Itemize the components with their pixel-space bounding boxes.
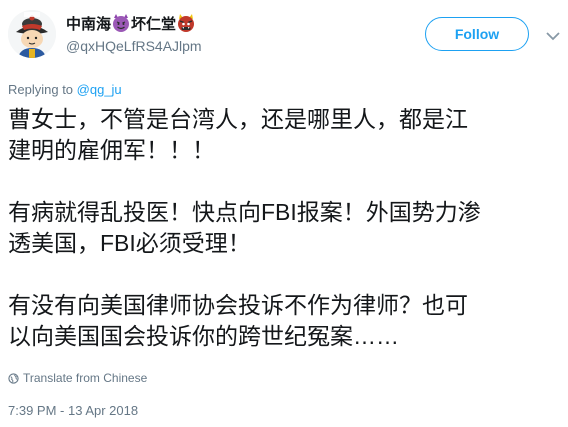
- replying-to-prefix: Replying to: [8, 82, 77, 97]
- tweet-line: [8, 166, 564, 197]
- qing-official-avatar-icon: [8, 10, 56, 58]
- reply-mention-link[interactable]: @qg_ju: [77, 82, 122, 97]
- chevron-down-icon: [546, 32, 560, 41]
- translate-label: Translate from Chinese: [23, 371, 148, 385]
- tweet-line: 有病就得乱投医！快点向FBI报案！外国势力渗: [8, 199, 481, 225]
- display-name-part2: 坏仁堂: [131, 16, 177, 33]
- avatar[interactable]: [8, 10, 56, 58]
- smiling-imp-emoji-icon: [111, 13, 131, 33]
- ogre-emoji-icon: [176, 13, 196, 33]
- tweet-line: 曹女士，不管是台湾人，还是哪里人，都是江: [8, 106, 468, 132]
- more-options-button[interactable]: [546, 28, 560, 41]
- translate-link[interactable]: Translate from Chinese: [8, 371, 147, 385]
- display-name[interactable]: 中南海 坏仁堂: [66, 13, 196, 34]
- tweet-line: 透美国，FBI必须受理！: [8, 230, 251, 256]
- tweet-line: 有没有向美国律师协会投诉不作为律师？也可: [8, 292, 468, 318]
- tweet-line: [8, 259, 564, 290]
- globe-icon: [8, 372, 19, 384]
- replying-to: Replying to @qg_ju: [8, 82, 122, 97]
- display-name-part1: 中南海: [66, 16, 112, 33]
- username[interactable]: @qxHQeLfRS4AJlpm: [66, 38, 202, 54]
- timestamp[interactable]: 7:39 PM - 13 Apr 2018: [8, 403, 138, 418]
- tweet-line: 建明的雇佣军！！！: [8, 137, 215, 163]
- tweet-line: 以向美国国会投诉你的跨世纪冤案……: [8, 323, 399, 349]
- tweet-text: 曹女士，不管是台湾人，还是哪里人，都是江 建明的雇佣军！！！ 有病就得乱投医！快…: [8, 104, 564, 352]
- follow-button[interactable]: Follow: [425, 17, 529, 51]
- tweet: 中南海 坏仁堂 @qxHQeLfRS4AJlpm Follow Replying…: [0, 0, 568, 427]
